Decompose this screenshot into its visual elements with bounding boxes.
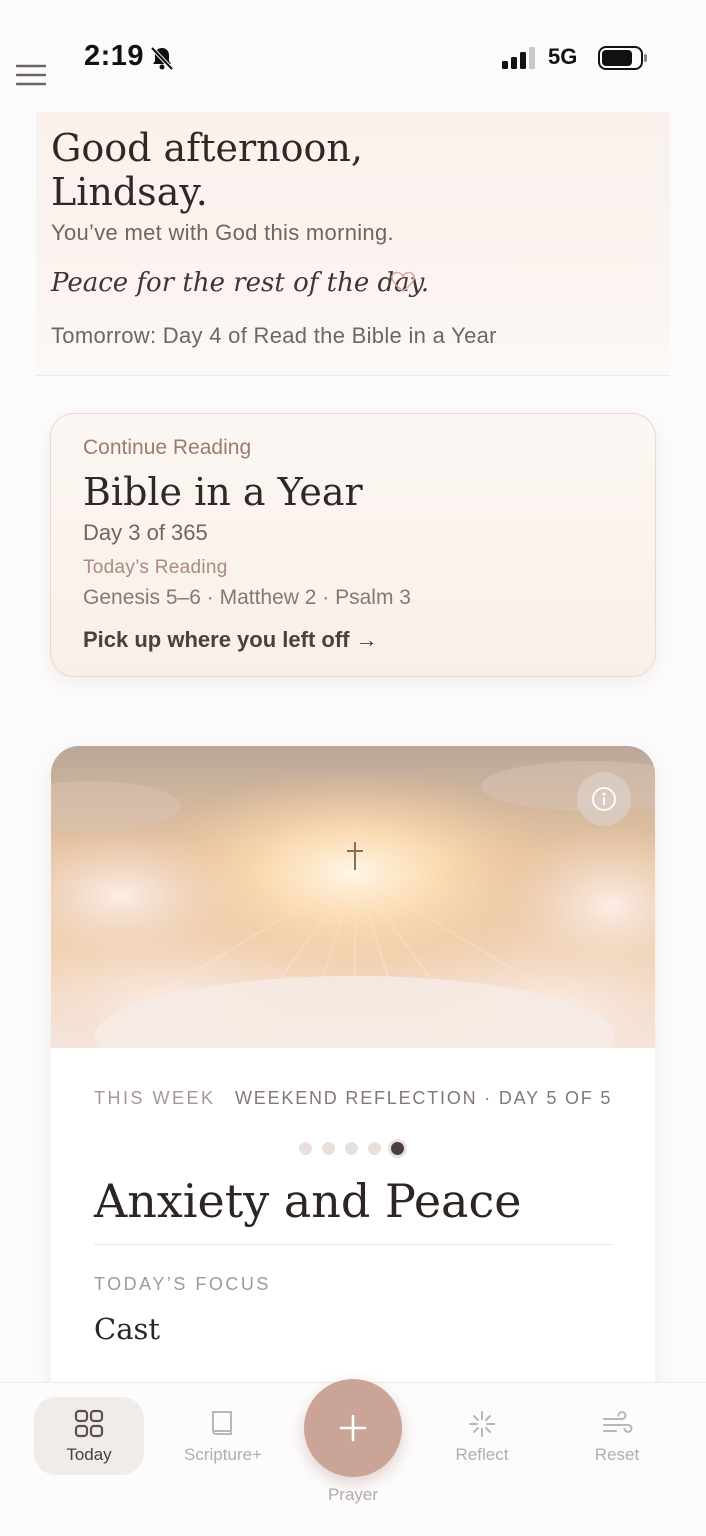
prayer-button[interactable] <box>304 1379 402 1477</box>
page-dot[interactable] <box>322 1141 335 1155</box>
reflection-title: Anxiety and Peace <box>94 1174 522 1228</box>
plus-icon <box>339 1414 367 1442</box>
this-week-label: THIS WEEK <box>94 1088 216 1108</box>
tab-reflect[interactable]: Reflect <box>427 1397 537 1475</box>
signal-icon <box>502 47 535 69</box>
tab-today[interactable]: Today <box>34 1397 144 1475</box>
page-dot[interactable] <box>368 1141 381 1155</box>
tab-scripture[interactable]: Scripture+ <box>168 1397 278 1475</box>
info-button[interactable] <box>577 772 631 826</box>
tab-label-prayer[interactable]: Prayer <box>304 1485 402 1505</box>
tomorrow-plan: Tomorrow: Day 4 of Read the Bible in a Y… <box>51 323 497 348</box>
wind-icon <box>603 1411 633 1433</box>
resume-reading-link[interactable]: Pick up where you left off → <box>83 627 378 653</box>
tab-label: Today <box>66 1445 112 1464</box>
network-type: 5G <box>548 44 578 69</box>
continue-reading-card[interactable]: Continue Reading Bible in a Year Day 3 o… <box>50 413 656 677</box>
grid-icon <box>74 1409 104 1438</box>
peace-line: Peace for the rest of the day. <box>51 268 430 298</box>
status-time: 2:19 <box>84 40 145 72</box>
continue-reading-label: Continue Reading <box>83 436 252 459</box>
tab-label: Reset <box>594 1445 640 1464</box>
info-icon <box>592 787 616 811</box>
greeting-subtitle: You’ve met with God this morning. <box>51 220 394 245</box>
tab-label: Reflect <box>455 1445 509 1464</box>
book-icon <box>212 1411 232 1435</box>
bell-slash-icon <box>150 46 174 71</box>
hamburger-menu-icon[interactable] <box>16 64 46 86</box>
page-dot-active[interactable] <box>391 1141 404 1155</box>
battery-icon <box>598 46 647 70</box>
tab-label: Scripture+ <box>184 1445 262 1464</box>
divider <box>94 1244 612 1245</box>
plan-title: Bible in a Year <box>83 470 363 514</box>
plan-day-progress: Day 3 of 365 <box>83 520 208 545</box>
page-dot[interactable] <box>299 1141 312 1155</box>
series-day-label: WEEKEND REFLECTION · DAY 5 OF 5 <box>235 1088 613 1108</box>
status-bar: 2:19 5G <box>0 0 706 110</box>
todays-passages: Genesis 5–6 · Matthew 2 · Psalm 3 <box>83 586 411 609</box>
weekly-reflection-card[interactable]: THIS WEEK WEEKEND REFLECTION · DAY 5 OF … <box>51 746 655 1446</box>
page-indicator[interactable] <box>299 1140 411 1156</box>
todays-focus-label: TODAY’S FOCUS <box>94 1274 271 1294</box>
todays-reading-label: Today’s Reading <box>83 557 228 578</box>
sky-cross-image <box>51 746 655 1048</box>
heart-icon[interactable] <box>390 270 416 294</box>
tab-reset[interactable]: Reset <box>562 1397 672 1475</box>
focus-word: Cast <box>94 1312 161 1346</box>
page-dot[interactable] <box>345 1141 358 1155</box>
sparkle-icon <box>469 1411 495 1437</box>
tab-bar: Today Scripture+ Prayer Reflect Reset <box>0 1379 706 1536</box>
greeting-title: Good afternoon, Lindsay. <box>51 126 363 214</box>
